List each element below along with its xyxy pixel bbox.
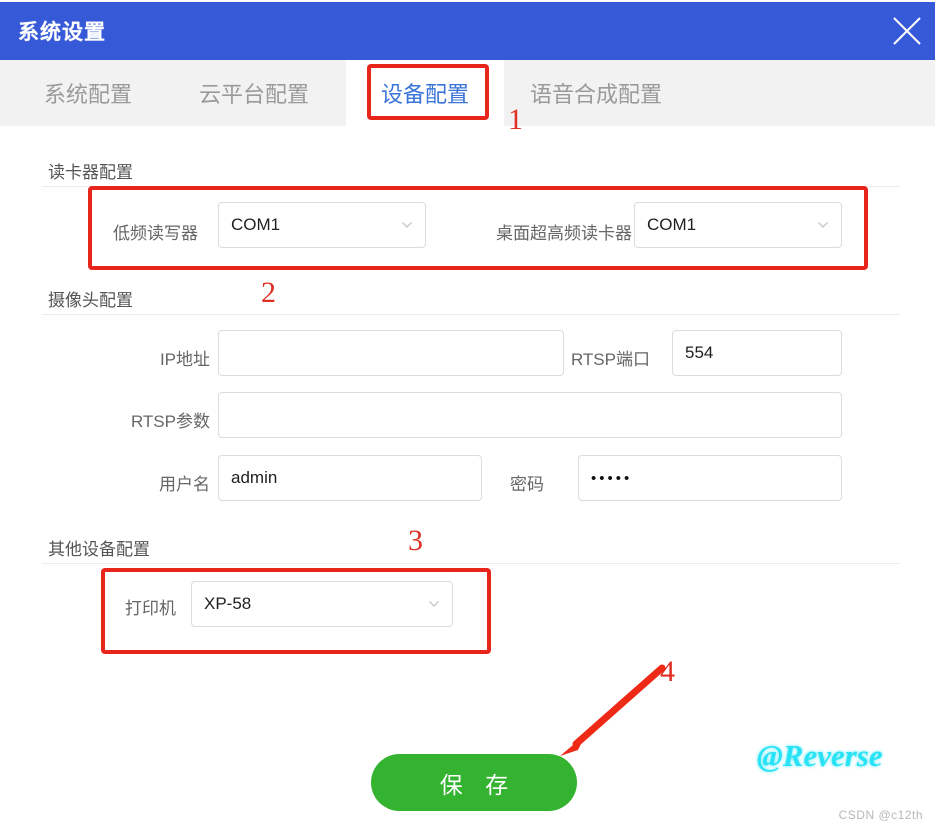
window-title-bar: 系统设置 [0, 2, 935, 60]
watermark-author: @Reverse [757, 738, 883, 773]
section-divider [42, 314, 900, 315]
label-username: 用户名 [159, 475, 210, 494]
select-value: COM1 [647, 215, 697, 234]
tab-strip: 系统配置 云平台配置 设备配置 语音合成配置 [0, 60, 935, 127]
close-icon [889, 13, 925, 49]
label-printer: 打印机 [125, 599, 176, 618]
input-rtsp-port[interactable]: 554 [672, 330, 842, 376]
tab-label: 系统配置 [43, 82, 132, 107]
section-heading-other-devices: 其他设备配置 [48, 540, 150, 559]
section-divider [42, 186, 900, 187]
save-button[interactable]: 保 存 [371, 754, 577, 811]
page-title: 系统设置 [18, 21, 106, 44]
label-password: 密码 [510, 475, 544, 494]
chevron-down-icon [817, 219, 829, 231]
label-desktop-uhf-reader: 桌面超高频读卡器 [496, 224, 632, 243]
section-heading-camera: 摄像头配置 [48, 291, 133, 310]
tab-label: 语音合成配置 [529, 82, 662, 107]
tab-cloud-config[interactable]: 云平台配置 [176, 60, 332, 126]
label-rtsp-port: RTSP端口 [570, 350, 650, 369]
close-button[interactable] [879, 2, 935, 60]
tab-label: 云平台配置 [198, 82, 309, 107]
input-value: admin [231, 468, 278, 487]
tab-tts-config[interactable]: 语音合成配置 [510, 60, 682, 126]
chevron-down-icon [401, 219, 413, 231]
chevron-down-icon [428, 598, 440, 610]
label-ip-address: IP地址 [159, 350, 210, 369]
section-divider [42, 563, 900, 564]
settings-content: 读卡器配置 低频读写器 COM1 桌面超高频读卡器 COM1 摄像头配置 IP地… [0, 126, 935, 828]
input-rtsp-params[interactable] [218, 392, 842, 438]
tab-label: 设备配置 [380, 82, 469, 107]
select-value: XP-58 [204, 594, 252, 613]
input-value: 554 [685, 343, 714, 362]
tab-device-config[interactable]: 设备配置 [346, 60, 504, 126]
label-low-frequency-reader: 低频读写器 [113, 224, 198, 243]
section-heading-card-reader: 读卡器配置 [48, 163, 133, 182]
select-low-frequency-reader[interactable]: COM1 [218, 202, 426, 248]
select-printer[interactable]: XP-58 [191, 581, 453, 627]
watermark-csdn: CSDN @c12th [838, 808, 923, 822]
label-rtsp-params: RTSP参数 [130, 412, 210, 431]
select-desktop-uhf-reader[interactable]: COM1 [634, 202, 842, 248]
select-value: COM1 [231, 215, 281, 234]
input-password[interactable]: ••••• [578, 455, 842, 501]
input-value: ••••• [591, 469, 633, 487]
tab-system-config[interactable]: 系统配置 [20, 60, 156, 126]
